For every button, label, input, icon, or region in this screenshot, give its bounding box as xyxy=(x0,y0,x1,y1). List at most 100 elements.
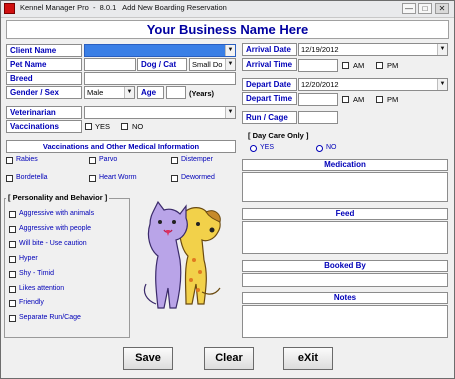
depart-date-select[interactable]: 12/20/2012 ▼ xyxy=(298,78,448,91)
shy-timid-label: Shy - Timid xyxy=(19,270,55,277)
rabies-label: Rabies xyxy=(16,156,38,163)
gender-sex-label: Gender / Sex xyxy=(10,88,59,97)
chevron-down-icon: ▼ xyxy=(225,59,235,70)
age-label-box: Age xyxy=(137,86,164,99)
app-icon xyxy=(4,3,15,14)
arrival-date-label: Arrival Date xyxy=(246,45,291,54)
aggressive-people-checkbox[interactable] xyxy=(9,226,16,233)
clear-button[interactable]: Clear xyxy=(204,347,254,370)
gender-sex-label-box: Gender / Sex xyxy=(6,86,82,99)
distemper-checkbox[interactable] xyxy=(171,157,178,164)
cat-and-dog-illustration xyxy=(143,200,221,309)
business-name-box: Your Business Name Here xyxy=(6,20,449,39)
notes-textarea[interactable] xyxy=(242,305,448,338)
day-care-no-radio[interactable] xyxy=(316,145,323,152)
depart-time-label: Depart Time xyxy=(246,94,293,103)
arrival-am-checkbox[interactable] xyxy=(342,62,349,69)
aggressive-animals-label: Aggressive with animals xyxy=(19,210,95,217)
feed-header: Feed xyxy=(242,208,448,220)
depart-date-label: Depart Date xyxy=(246,80,291,89)
booked-by-field[interactable] xyxy=(242,273,448,287)
dewormed-checkbox[interactable] xyxy=(171,175,178,182)
depart-pm-label: PM xyxy=(387,95,399,104)
rabies-checkbox[interactable] xyxy=(6,157,13,164)
size-select[interactable]: Small Do ▼ xyxy=(189,58,236,71)
bordetella-checkbox[interactable] xyxy=(6,175,13,182)
veterinarian-label-box: Veterinarian xyxy=(6,106,82,119)
depart-date-value: 12/20/2012 xyxy=(301,80,339,89)
size-value: Small Do xyxy=(192,60,223,69)
arrival-pm-checkbox[interactable] xyxy=(376,62,383,69)
distemper-label: Distemper xyxy=(181,156,213,163)
notes-header: Notes xyxy=(242,292,448,304)
depart-pm-checkbox[interactable] xyxy=(376,96,383,103)
aggressive-animals-checkbox[interactable] xyxy=(9,211,16,218)
restore-button[interactable]: □ xyxy=(418,3,432,14)
vaccinations-label-box: Vaccinations xyxy=(6,120,82,133)
aggressive-people-label: Aggressive with people xyxy=(19,225,91,232)
medication-title: Medication xyxy=(324,160,366,169)
arrival-date-value: 12/19/2012 xyxy=(301,45,339,54)
feed-textarea[interactable] xyxy=(242,221,448,254)
breed-field[interactable] xyxy=(84,72,236,85)
friendly-label: Friendly xyxy=(19,299,44,306)
arrival-date-label-box: Arrival Date xyxy=(242,43,297,56)
vaccinations-yes-checkbox[interactable] xyxy=(85,123,92,130)
booked-by-header: Booked By xyxy=(242,260,448,272)
arrival-time-label: Arrival Time xyxy=(246,60,293,69)
client-name-label-box: Client Name xyxy=(6,44,82,57)
dog-cat-label: Dog / Cat xyxy=(141,60,177,69)
minimize-button[interactable]: — xyxy=(402,3,416,14)
run-cage-field[interactable] xyxy=(298,111,338,124)
friendly-checkbox[interactable] xyxy=(9,300,16,307)
parvo-checkbox[interactable] xyxy=(89,157,96,164)
separate-run-cage-checkbox[interactable] xyxy=(9,315,16,322)
will-bite-checkbox[interactable] xyxy=(9,241,16,248)
run-cage-label-box: Run / Cage xyxy=(242,111,297,124)
pet-name-label-box: Pet Name xyxy=(6,58,82,71)
close-button[interactable]: ✕ xyxy=(435,3,449,14)
arrival-time-field[interactable] xyxy=(298,59,338,72)
depart-time-field[interactable] xyxy=(298,93,338,106)
likes-attention-label: Likes attention xyxy=(19,285,65,292)
chevron-down-icon: ▼ xyxy=(437,79,447,90)
pet-name-label: Pet Name xyxy=(10,60,47,69)
hyper-checkbox[interactable] xyxy=(9,256,16,263)
exit-button[interactable]: eXit xyxy=(283,347,333,370)
save-button[interactable]: Save xyxy=(123,347,173,370)
day-care-no-label: NO xyxy=(326,144,337,151)
dog-cat-label-box: Dog / Cat xyxy=(137,58,187,71)
vaccinations-no-label: NO xyxy=(132,122,144,131)
depart-date-label-box: Depart Date xyxy=(242,78,297,91)
chevron-down-icon: ▼ xyxy=(225,45,235,56)
run-cage-label: Run / Cage xyxy=(246,113,288,122)
likes-attention-checkbox[interactable] xyxy=(9,286,16,293)
vaccinations-no-checkbox[interactable] xyxy=(121,123,128,130)
arrival-pm-label: PM xyxy=(387,61,399,70)
medication-textarea[interactable] xyxy=(242,172,448,202)
years-label: (Years) xyxy=(189,89,215,98)
depart-am-checkbox[interactable] xyxy=(342,96,349,103)
shy-timid-checkbox[interactable] xyxy=(9,271,16,278)
window-title: Kennel Manager Pro - 8.0.1 Add New Board… xyxy=(20,3,227,12)
age-field[interactable] xyxy=(166,86,186,99)
depart-am-label: AM xyxy=(353,95,365,104)
client-name-label: Client Name xyxy=(10,46,57,55)
day-care-title: [ Day Care Only ] xyxy=(246,131,311,140)
will-bite-label: Will bite - Use caution xyxy=(19,240,87,247)
vaccinations-section-header: Vaccinations and Other Medical Informati… xyxy=(6,140,236,153)
arrival-am-label: AM xyxy=(353,61,365,70)
arrival-date-select[interactable]: 12/19/2012 ▼ xyxy=(298,43,448,56)
age-label: Age xyxy=(141,88,157,97)
client-name-select[interactable]: ▼ xyxy=(84,44,236,57)
pet-name-field[interactable] xyxy=(84,58,136,71)
depart-time-label-box: Depart Time xyxy=(242,92,297,105)
veterinarian-select[interactable]: ▼ xyxy=(84,106,236,119)
day-care-yes-radio[interactable] xyxy=(250,145,257,152)
chevron-down-icon: ▼ xyxy=(124,87,134,98)
gender-select[interactable]: Male ▼ xyxy=(84,86,135,99)
personality-title: [ Personality and Behavior ] xyxy=(6,193,110,202)
arrival-time-label-box: Arrival Time xyxy=(242,58,297,71)
heart-worm-checkbox[interactable] xyxy=(89,175,96,182)
chevron-down-icon: ▼ xyxy=(437,44,447,55)
